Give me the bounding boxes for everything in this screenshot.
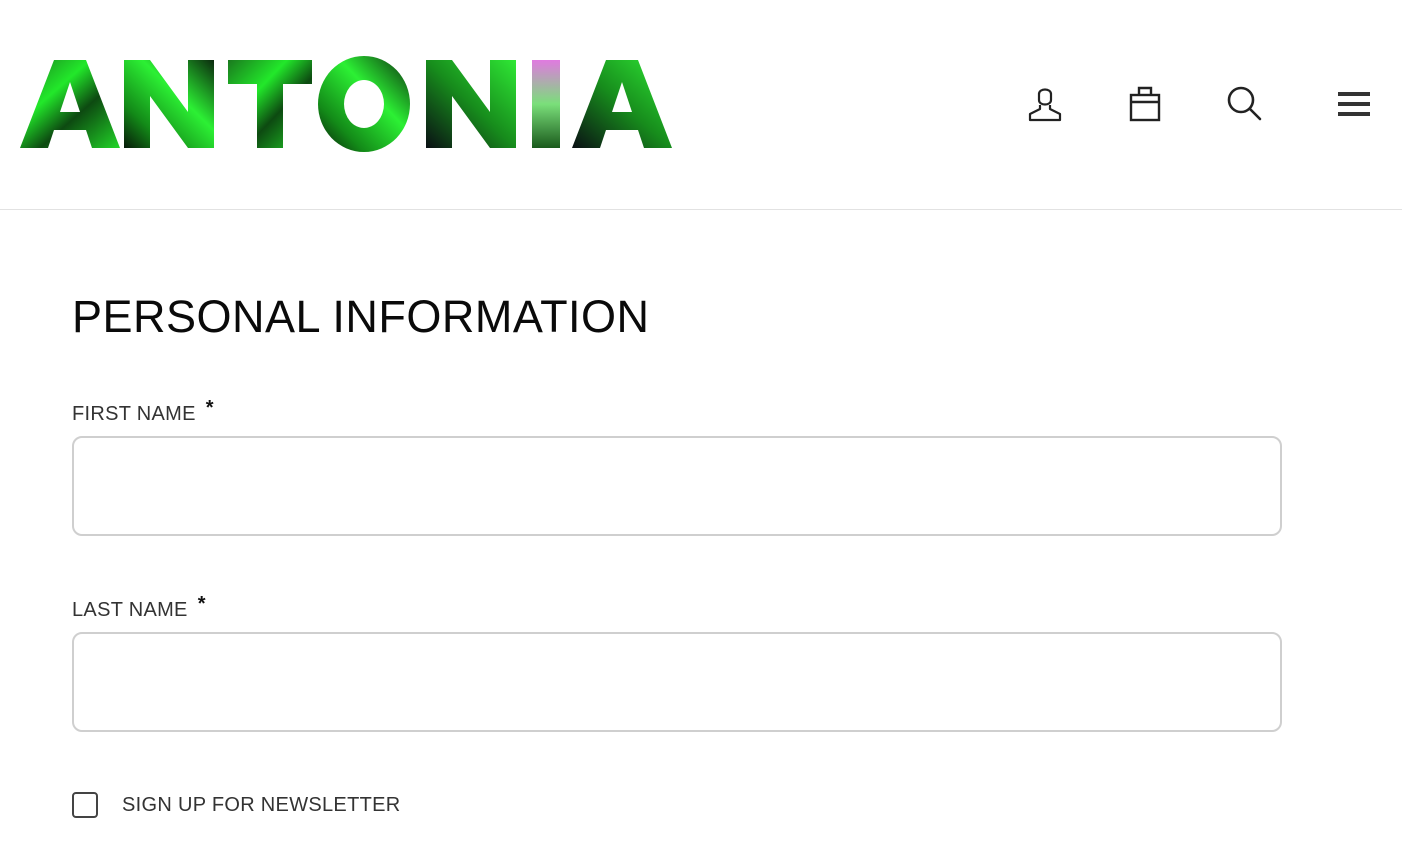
required-mark: * (205, 397, 214, 419)
first-name-input[interactable] (72, 436, 1282, 536)
newsletter-option[interactable]: SIGN UP FOR NEWSLETTER (72, 791, 401, 819)
first-name-label: FIRST NAME * (72, 397, 214, 427)
antonia-logo[interactable] (20, 52, 672, 154)
search-icon[interactable] (1221, 80, 1269, 128)
newsletter-checkbox[interactable] (72, 792, 98, 818)
hamburger-menu-icon[interactable] (1330, 80, 1378, 128)
user-icon[interactable] (1021, 80, 1069, 128)
last-name-input[interactable] (72, 632, 1282, 732)
first-name-label-text: FIRST NAME (72, 403, 196, 425)
newsletter-label: SIGN UP FOR NEWSLETTER (122, 793, 401, 816)
page-title: PERSONAL INFORMATION (72, 291, 650, 342)
shopping-bag-icon[interactable] (1121, 80, 1169, 128)
last-name-label: LAST NAME * (72, 593, 206, 623)
required-mark: * (197, 593, 206, 615)
site-header (0, 0, 1402, 210)
last-name-label-text: LAST NAME (72, 599, 188, 621)
